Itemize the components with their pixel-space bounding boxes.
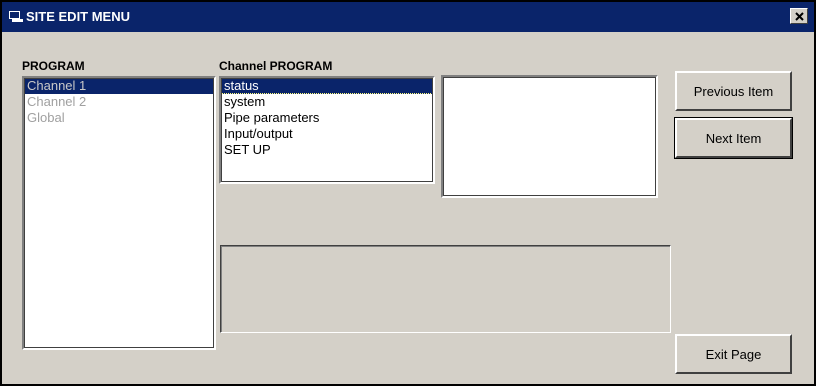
title-bar[interactable]: SITE EDIT MENU [2, 2, 814, 32]
channel-item-pipe-parameters[interactable]: Pipe parameters [221, 110, 433, 126]
channel-item-status[interactable]: status [221, 78, 433, 94]
next-item-button[interactable]: Next Item [674, 117, 793, 159]
program-item-global[interactable]: Global [24, 110, 214, 126]
app-icon [9, 11, 23, 22]
channel-item-set-up[interactable]: SET UP [221, 142, 433, 158]
channel-item-system[interactable]: system [221, 94, 433, 110]
channel-program-listbox[interactable]: status system Pipe parameters Input/outp… [219, 76, 435, 184]
channel-program-label: Channel PROGRAM [219, 59, 333, 73]
close-icon [794, 11, 804, 21]
window-title: SITE EDIT MENU [26, 9, 131, 24]
item-detail-listbox[interactable] [441, 75, 658, 198]
program-item-channel-1[interactable]: Channel 1 [24, 78, 214, 94]
previous-item-button[interactable]: Previous Item [675, 71, 792, 111]
value-edit-panel [220, 245, 671, 333]
program-item-channel-2[interactable]: Channel 2 [24, 94, 214, 110]
channel-item-input-output[interactable]: Input/output [221, 126, 433, 142]
exit-page-button[interactable]: Exit Page [675, 334, 792, 374]
program-listbox[interactable]: Channel 1 Channel 2 Global [22, 76, 216, 350]
close-button[interactable] [790, 8, 808, 24]
program-label: PROGRAM [22, 59, 85, 73]
site-edit-window: SITE EDIT MENU PROGRAM Channel 1 Channel… [0, 0, 816, 386]
